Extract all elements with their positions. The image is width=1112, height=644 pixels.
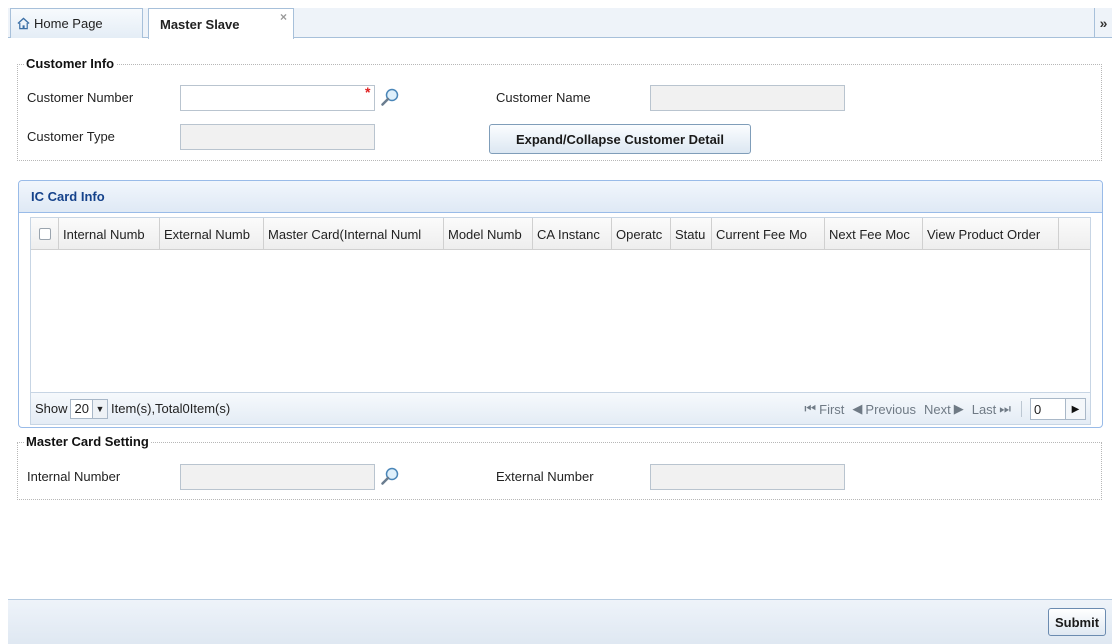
column-status[interactable]: Statu — [671, 218, 712, 250]
required-marker: * — [365, 84, 371, 100]
home-icon — [17, 17, 30, 30]
tab-home-page[interactable]: Home Page — [10, 8, 143, 38]
customer-number-label: Customer Number — [27, 90, 134, 105]
chevron-down-icon[interactable]: ▼ — [92, 399, 107, 418]
page-size-value: 20 — [74, 401, 89, 416]
first-page-link[interactable]: First — [819, 402, 844, 417]
tab-home-label: Home Page — [34, 16, 103, 31]
grid-header: Internal Numb External Numb Master Card(… — [31, 218, 1090, 250]
column-ca-instance[interactable]: CA Instanc — [533, 218, 612, 250]
customer-type-label: Customer Type — [27, 129, 115, 144]
pager: ⏮ First ◀ Previous Next ▶ Last ⏭ 0 ▶ — [804, 398, 1086, 420]
column-current-fee-mode[interactable]: Current Fee Mo — [712, 218, 825, 250]
master-card-setting-legend: Master Card Setting — [24, 434, 151, 449]
select-all-cell — [31, 218, 59, 250]
next-page-link[interactable]: Next — [924, 402, 951, 417]
column-operator[interactable]: Operatc — [612, 218, 671, 250]
select-all-checkbox[interactable] — [38, 228, 51, 240]
double-chevron-icon[interactable]: » — [1094, 8, 1112, 37]
tab-master-label: Master Slave — [160, 16, 240, 32]
pager-divider — [1021, 401, 1022, 417]
page-number-input[interactable]: 0 — [1030, 398, 1066, 420]
column-internal-number[interactable]: Internal Numb — [59, 218, 160, 250]
internal-number-field — [180, 464, 375, 490]
first-page-icon[interactable]: ⏮ — [804, 401, 816, 417]
ic-card-info-title: IC Card Info — [19, 181, 1102, 213]
customer-type-field — [180, 124, 375, 150]
previous-page-link[interactable]: Previous — [865, 402, 916, 417]
page-size-select[interactable]: 20 ▼ — [69, 398, 108, 419]
previous-page-icon[interactable]: ◀ — [852, 401, 862, 417]
next-page-icon[interactable]: ▶ — [954, 401, 964, 417]
grid-body — [31, 250, 1090, 384]
column-next-fee-mode[interactable]: Next Fee Moc — [825, 218, 923, 250]
submit-button[interactable]: Submit — [1048, 608, 1106, 636]
external-number-label: External Number — [496, 469, 594, 484]
expand-collapse-customer-detail-button[interactable]: Expand/Collapse Customer Detail — [489, 124, 751, 154]
last-page-link[interactable]: Last — [972, 402, 997, 417]
ic-card-info-panel: IC Card Info Internal Numb External Numb… — [18, 180, 1103, 428]
column-model-number[interactable]: Model Numb — [444, 218, 533, 250]
customer-name-field — [650, 85, 845, 111]
close-tab-icon[interactable]: × — [280, 10, 287, 24]
customer-info-legend: Customer Info — [24, 56, 117, 71]
internal-number-label: Internal Number — [27, 469, 121, 484]
grid-pagination-bar: Show 20 ▼ Item(s),Total0Item(s) ⏮ First … — [31, 392, 1090, 424]
ic-card-grid: Internal Numb External Numb Master Card(… — [30, 217, 1091, 425]
search-icon[interactable] — [380, 87, 400, 107]
show-label: Show — [35, 401, 68, 416]
customer-name-label: Customer Name — [496, 90, 591, 105]
column-master-card[interactable]: Master Card(Internal Numl — [264, 218, 444, 250]
go-page-icon[interactable]: ▶ — [1066, 398, 1086, 420]
external-number-field — [650, 464, 845, 490]
customer-number-input[interactable] — [180, 85, 375, 111]
items-total-text: Item(s),Total0Item(s) — [111, 401, 231, 416]
last-page-icon[interactable]: ⏭ — [999, 401, 1011, 417]
column-view-product-order[interactable]: View Product Order — [923, 218, 1059, 250]
search-icon[interactable] — [380, 466, 400, 486]
tab-strip: Home Page Master Slave × » — [0, 0, 1112, 39]
bottom-toolbar: Submit — [8, 599, 1112, 644]
column-external-number[interactable]: External Numb — [160, 218, 264, 250]
tab-master-slave[interactable]: Master Slave × — [148, 8, 294, 39]
